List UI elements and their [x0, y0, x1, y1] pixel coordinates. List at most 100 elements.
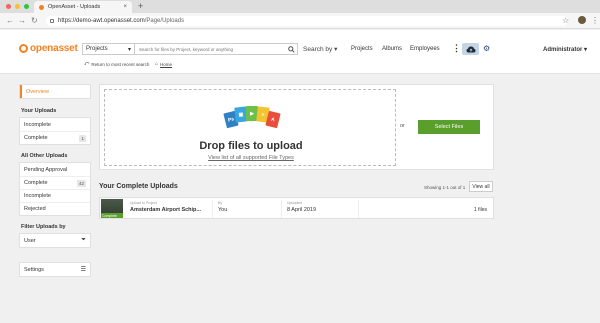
- file-types-illustration: Ps ▣ ▶ ≡ A: [223, 106, 281, 129]
- address-bar-row: ← → ↻ https://demo-awt.openasset.com/Pag…: [0, 13, 600, 29]
- project-column: Upload to Project Amsterdam Airport Schi…: [130, 201, 201, 213]
- sidebar-item-other-incomplete[interactable]: Incomplete: [20, 189, 90, 202]
- nav-albums[interactable]: Albums: [382, 46, 402, 52]
- maximize-window-button[interactable]: [24, 4, 29, 9]
- chevron-down-icon: ▾: [334, 46, 338, 53]
- search-icon[interactable]: [285, 44, 297, 54]
- sidebar-item-pending-approval[interactable]: Pending Approval: [20, 163, 90, 176]
- upload-panel: Ps ▣ ▶ ≡ A Drop files to upload View lis…: [99, 84, 494, 170]
- user-menu[interactable]: Administrator ▾: [543, 46, 587, 53]
- logo-text: openasset: [30, 43, 78, 54]
- sliders-icon: ☰: [80, 267, 86, 273]
- overview-box: Overview: [19, 84, 91, 99]
- user-name: Administrator: [543, 47, 583, 53]
- project-name[interactable]: Amsterdam Airport Schip...: [130, 207, 201, 213]
- filter-icon: ⏷: [81, 237, 86, 243]
- sidebar-item-rejected[interactable]: Rejected: [20, 202, 90, 215]
- upload-thumbnail: Complete: [101, 199, 123, 218]
- item-label: Incomplete: [24, 121, 51, 128]
- by-column: By You: [218, 201, 227, 213]
- complete-uploads-title: Your Complete Uploads: [99, 183, 178, 190]
- app-header: openasset Projects ▾ Search by ▾ Project…: [0, 30, 600, 74]
- other-uploads-list: Pending Approval Complete 42 Incomplete R…: [19, 162, 91, 216]
- sidebar-item-your-incomplete[interactable]: Incomplete: [20, 118, 90, 131]
- showing-count: Showing 1-1 out of 1: [424, 185, 466, 190]
- item-label: Rejected: [24, 206, 46, 212]
- reload-icon[interactable]: ↻: [31, 16, 38, 26]
- search-input[interactable]: [135, 44, 285, 54]
- settings-box: Settings ☰: [19, 262, 91, 277]
- settings-label: Settings: [24, 266, 44, 273]
- logo-mark-icon: [19, 44, 28, 53]
- sidebar-item-overview[interactable]: Overview: [20, 85, 90, 98]
- upload-button[interactable]: [462, 43, 479, 55]
- upload-row[interactable]: Complete Upload to Project Amsterdam Air…: [99, 197, 494, 219]
- sidebar-item-your-complete[interactable]: Complete 1: [20, 131, 90, 144]
- home-link-label: Home: [160, 61, 173, 67]
- uploaded-column-label: Uploaded: [287, 201, 302, 205]
- profile-avatar[interactable]: [578, 16, 586, 24]
- chevron-down-icon: ▾: [127, 46, 131, 53]
- count-badge: 1: [79, 134, 86, 142]
- nav-projects[interactable]: Projects: [351, 46, 373, 52]
- lock-icon: [50, 19, 54, 23]
- home-icon: ⌂: [155, 61, 159, 67]
- return-to-search-link[interactable]: ⤺ Return to most recent search: [84, 61, 149, 67]
- count-badge: 42: [76, 179, 86, 187]
- search-scope-select[interactable]: Projects ▾: [83, 44, 135, 54]
- search-by-dropdown[interactable]: Search by ▾: [303, 45, 337, 53]
- item-label: Complete: [24, 135, 48, 141]
- nav-employees[interactable]: Employees: [410, 46, 440, 52]
- return-link-label: Return to most recent search: [91, 61, 150, 67]
- search-group: Projects ▾: [82, 43, 298, 55]
- cloud-upload-icon: [466, 46, 475, 52]
- item-label: Complete: [24, 180, 48, 186]
- supported-file-types-link[interactable]: View list of all supported File Types: [105, 155, 397, 161]
- forward-icon[interactable]: →: [18, 16, 26, 26]
- item-label: Incomplete: [24, 193, 51, 199]
- drop-zone[interactable]: Ps ▣ ▶ ≡ A Drop files to upload View lis…: [104, 89, 396, 166]
- sidebar-item-other-complete[interactable]: Complete 42: [20, 176, 90, 189]
- back-icon[interactable]: ←: [6, 16, 14, 26]
- by-column-label: By: [218, 201, 223, 205]
- filter-value: User: [24, 237, 36, 244]
- chevron-down-icon: ▾: [584, 47, 588, 53]
- url-text: https://demo-awt.openasset.com/Page/Uplo…: [58, 18, 184, 24]
- project-column-label: Upload to Project: [130, 201, 157, 205]
- drop-title: Drop files to upload: [199, 140, 303, 152]
- bookmark-star-icon[interactable]: ☆: [562, 15, 569, 26]
- openasset-logo[interactable]: openasset: [19, 43, 78, 54]
- browser-menu-icon[interactable]: ⋮: [591, 15, 599, 26]
- home-link[interactable]: ⌂ Home: [155, 61, 172, 67]
- return-arrow-icon: ⤺: [84, 61, 90, 67]
- uploaded-column: Uploaded 8 April 2019: [287, 201, 316, 213]
- overview-label: Overview: [26, 88, 49, 95]
- select-files-button[interactable]: Select Files: [418, 120, 480, 134]
- column-divider: [212, 200, 213, 218]
- search-scope-label: Projects: [86, 46, 108, 52]
- column-divider: [358, 200, 359, 218]
- close-tab-icon[interactable]: ×: [123, 4, 127, 10]
- filter-user-select[interactable]: User ⏷: [20, 234, 90, 247]
- gear-icon[interactable]: ⚙: [483, 44, 490, 54]
- pdf-file-icon: A: [265, 110, 281, 129]
- or-separator: or: [400, 123, 405, 129]
- item-label: Pending Approval: [24, 166, 68, 173]
- minimize-window-button[interactable]: [15, 4, 20, 9]
- filter-box: User ⏷: [19, 233, 91, 248]
- search-by-label: Search by: [303, 46, 333, 53]
- uploaded-by: You: [218, 207, 228, 213]
- view-all-button[interactable]: View all: [469, 181, 493, 192]
- window-controls: [6, 4, 29, 9]
- url-bar[interactable]: https://demo-awt.openasset.com/Page/Uplo…: [46, 16, 568, 26]
- sidebar-item-settings[interactable]: Settings ☰: [20, 263, 90, 276]
- url-host: https://demo-awt.openasset.com: [58, 18, 145, 24]
- openasset-favicon-icon: [39, 4, 44, 10]
- column-divider: [281, 200, 282, 218]
- tab-title: OpenAsset - Uploads: [48, 4, 101, 10]
- close-window-button[interactable]: [6, 4, 11, 9]
- more-menu-icon[interactable]: ⋮: [452, 43, 461, 53]
- browser-tab[interactable]: OpenAsset - Uploads ×: [34, 1, 132, 13]
- browser-tab-bar: OpenAsset - Uploads × +: [0, 0, 600, 13]
- new-tab-icon[interactable]: +: [138, 1, 143, 12]
